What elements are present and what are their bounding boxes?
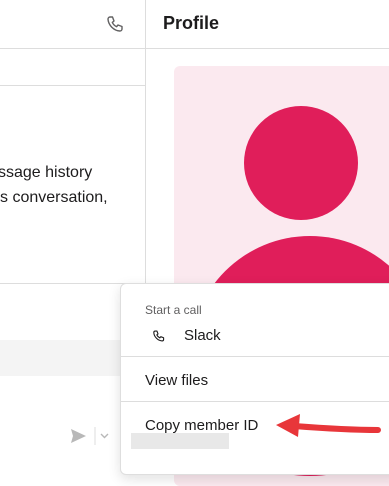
history-line-2: s conversation, xyxy=(0,189,108,206)
redacted-member-id xyxy=(131,433,229,449)
menu-item-slack-call[interactable]: Slack xyxy=(121,322,389,350)
menu-item-label: View files xyxy=(145,372,209,389)
menu-section-label: Start a call xyxy=(145,303,202,317)
composer-actions xyxy=(68,425,118,447)
conversation-header xyxy=(0,0,146,49)
profile-title: Profile xyxy=(163,13,220,33)
menu-divider xyxy=(121,356,389,357)
chevron-down-icon[interactable] xyxy=(100,433,109,439)
menu-item-label: Copy member ID xyxy=(145,417,259,434)
avatar-head xyxy=(244,106,358,220)
menu-divider xyxy=(121,401,389,402)
phone-icon[interactable] xyxy=(104,14,124,34)
menu-item-view-files[interactable]: View files xyxy=(121,367,389,395)
phone-icon xyxy=(151,329,165,343)
annotation-arrow xyxy=(270,410,386,442)
conversation-subheader xyxy=(0,49,146,86)
menu-item-label: Slack xyxy=(184,327,221,344)
message-history-text: ssage history s conversation, xyxy=(0,160,146,210)
profile-more-menu: Start a call Slack View files Copy membe… xyxy=(120,283,389,475)
profile-header: Profile xyxy=(146,0,389,49)
send-icon[interactable] xyxy=(71,429,86,443)
history-line-1: ssage history xyxy=(0,164,93,181)
